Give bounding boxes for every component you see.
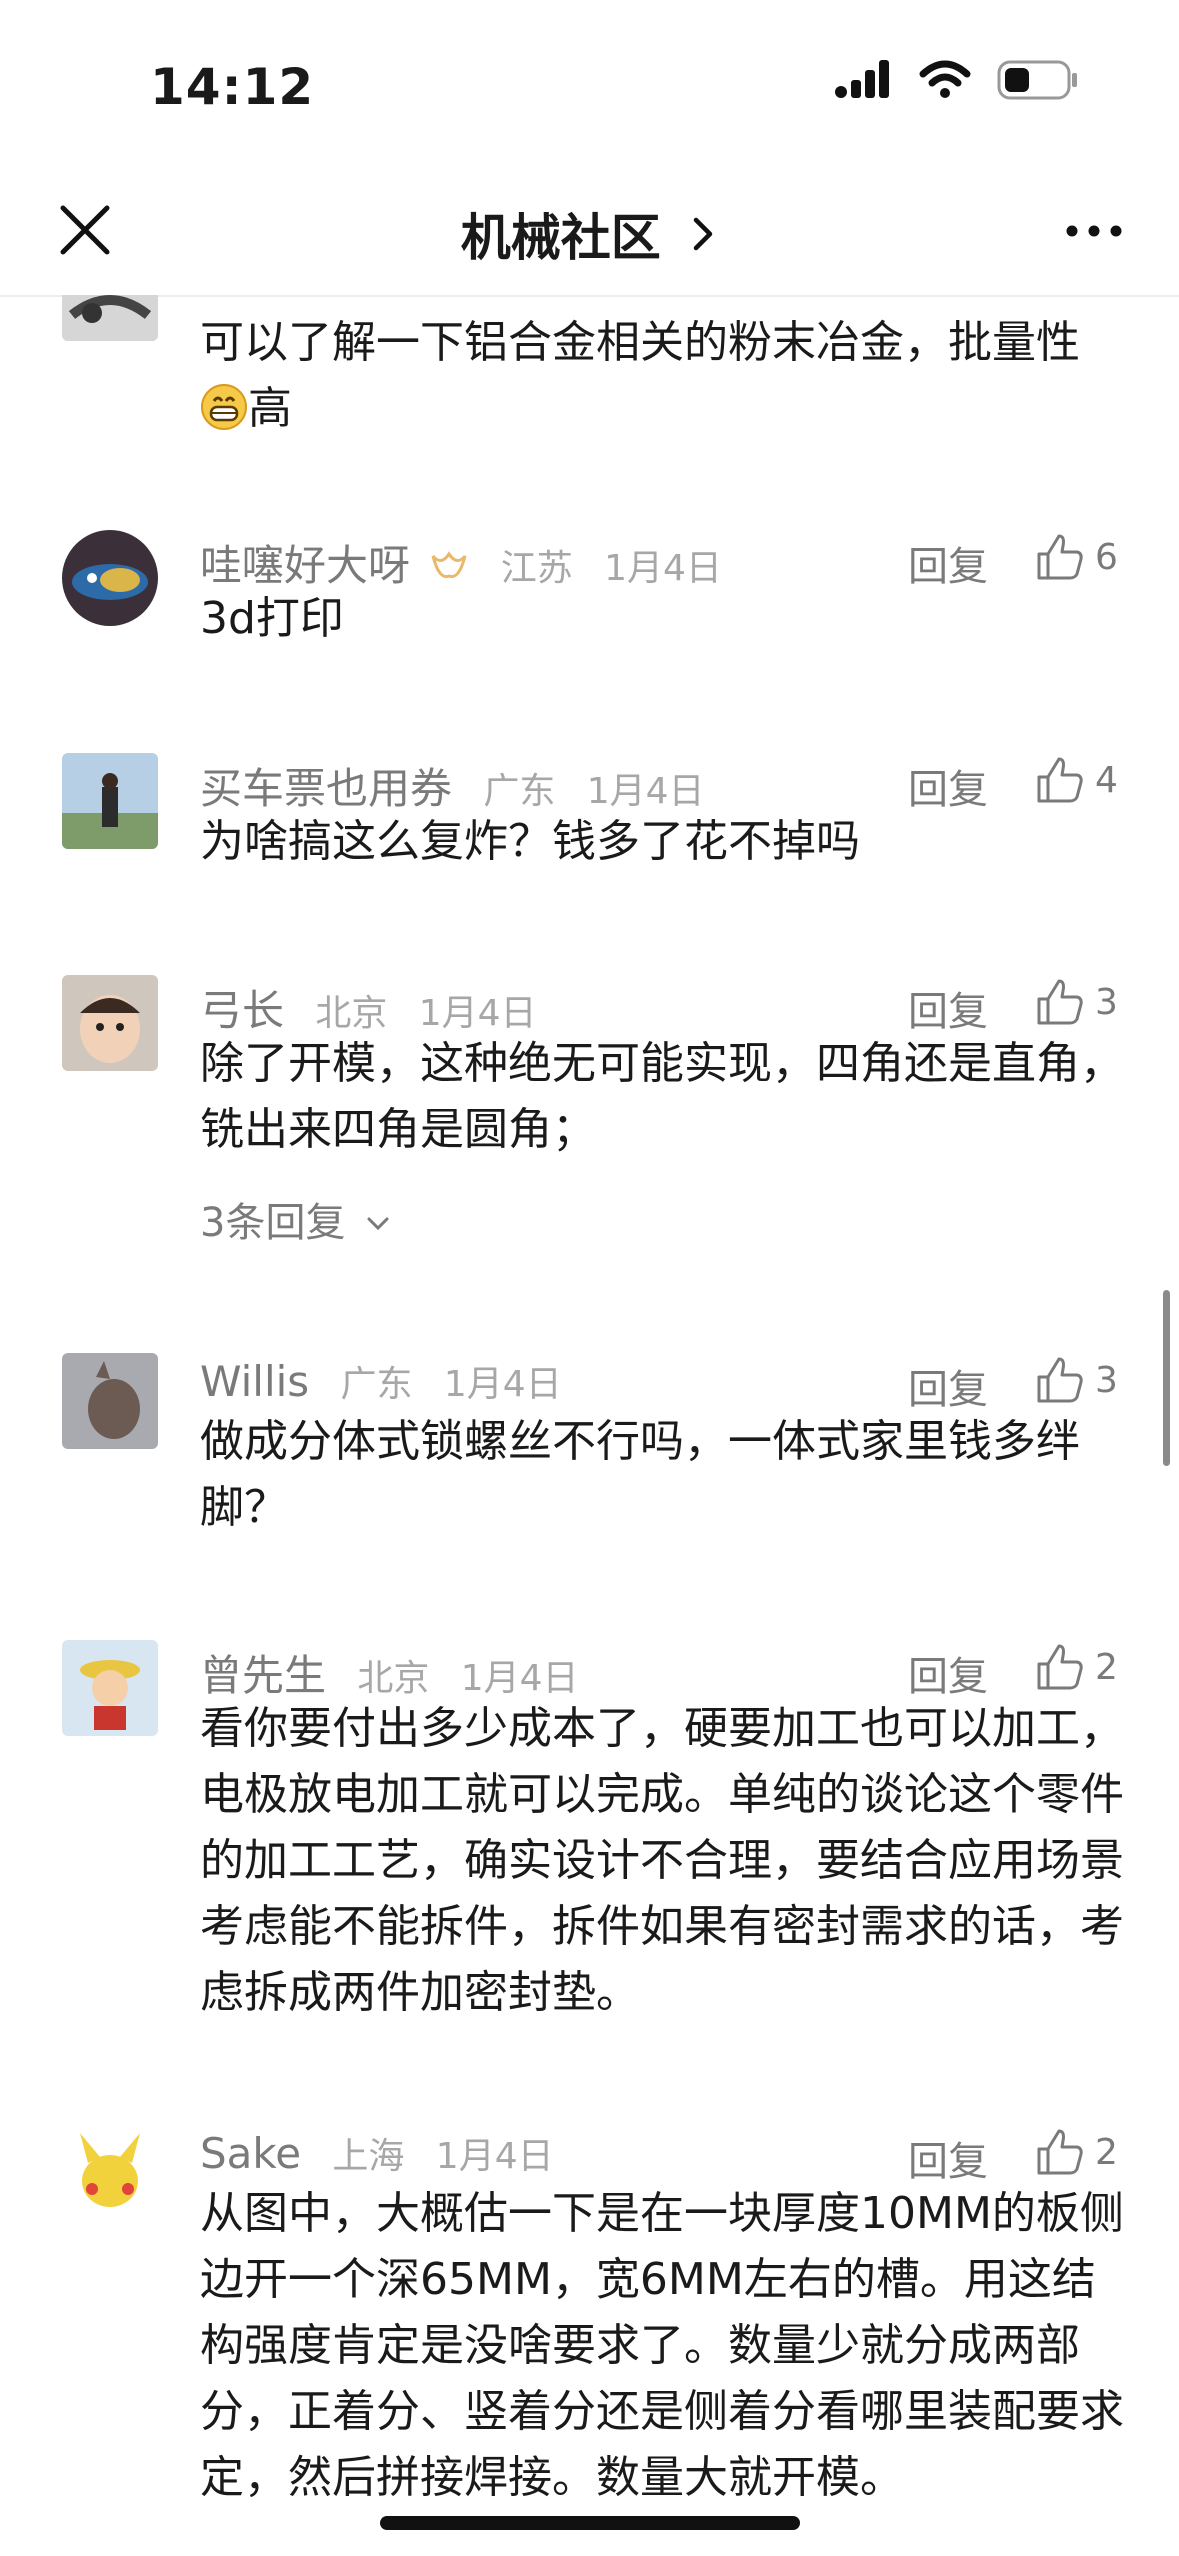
avatar-image xyxy=(62,975,158,1071)
avatar[interactable] xyxy=(62,1640,158,1736)
reply-button[interactable]: 回复 xyxy=(908,534,988,592)
comment-author[interactable]: 弓长 北京 1月4日 xyxy=(200,977,537,1038)
thumbs-up-icon xyxy=(1037,757,1083,803)
avatar-image xyxy=(62,1353,158,1449)
comment-text: 从图中，大概估一下是在一块厚度10MM的板侧边开一个深65MM，宽6MM左右的槽… xyxy=(200,2188,1124,2503)
avatar[interactable] xyxy=(62,530,158,626)
comment-text: 3d打印 xyxy=(200,593,344,644)
like-count: 2 xyxy=(1095,1646,1118,1688)
comment-date: 1月4日 xyxy=(586,771,705,812)
comment-text: 除了开模，这种绝无可能实现，四角还是直角，铣出来四角是圆角； xyxy=(200,1038,1124,1155)
more-icon[interactable] xyxy=(1064,216,1124,246)
status-bar: 14:12 xyxy=(0,0,1179,170)
status-icons xyxy=(833,60,1079,100)
author-name: Willis xyxy=(200,1357,310,1406)
like-button[interactable]: 2 xyxy=(1035,1642,1118,1692)
avatar-image xyxy=(62,530,158,626)
battery-icon xyxy=(997,60,1077,100)
thumbs-up-icon xyxy=(1037,534,1083,580)
avatar[interactable] xyxy=(62,295,158,341)
reply-button[interactable]: 回复 xyxy=(908,1357,988,1415)
expand-replies-button[interactable]: 3条回复 xyxy=(200,1190,392,1248)
comment-region: 上海 xyxy=(332,2136,405,2177)
comment-region: 江苏 xyxy=(500,548,573,589)
like-button[interactable]: 6 xyxy=(1035,532,1118,582)
chevron-down-icon xyxy=(367,1217,389,1231)
comment-date: 1月4日 xyxy=(418,993,537,1034)
author-name: 曾先生 xyxy=(200,1651,327,1700)
comment-date: 1月4日 xyxy=(443,1364,562,1405)
comment-author[interactable]: 曾先生 北京 1月4日 xyxy=(200,1642,579,1703)
reply-button[interactable]: 回复 xyxy=(908,757,988,815)
reply-button[interactable]: 回复 xyxy=(908,2129,988,2187)
like-count: 3 xyxy=(1095,1359,1118,1401)
thumbs-up-icon xyxy=(1037,1644,1083,1690)
thumbs-up-icon xyxy=(1037,979,1083,1025)
avatar-image xyxy=(62,1640,158,1736)
nav-bar: 机械社区 xyxy=(0,170,1179,297)
like-count: 4 xyxy=(1095,759,1118,801)
nav-title[interactable]: 机械社区 xyxy=(0,198,1179,270)
cellular-signal-icon xyxy=(835,60,889,98)
comment-date: 1月4日 xyxy=(604,548,722,589)
author-name: 弓长 xyxy=(200,986,285,1035)
avatar[interactable] xyxy=(62,2125,158,2221)
grinning-emoji xyxy=(201,384,247,430)
crown-badge-icon xyxy=(431,551,467,579)
comment-region: 广东 xyxy=(340,1364,413,1405)
status-time: 14:12 xyxy=(150,58,315,116)
comment-text: 可以了解一下铝合金相关的粉末冶金，批量性 高 xyxy=(200,317,1080,434)
avatar-image xyxy=(62,295,158,341)
comment-author[interactable]: Willis 广东 1月4日 xyxy=(200,1355,562,1407)
avatar-image xyxy=(62,753,158,849)
comment-author[interactable]: Sake 上海 1月4日 xyxy=(200,2127,554,2179)
comment-author[interactable]: 买车票也用券 广东 1月4日 xyxy=(200,755,705,816)
home-indicator[interactable] xyxy=(380,2516,800,2530)
comment-text: 做成分体式锁螺丝不行吗，一体式家里钱多绊脚？ xyxy=(200,1416,1080,1533)
chevron-right-icon xyxy=(693,217,713,251)
comment-region: 北京 xyxy=(315,993,388,1034)
avatar[interactable] xyxy=(62,1353,158,1449)
like-button[interactable]: 3 xyxy=(1035,1355,1118,1405)
wifi-icon xyxy=(919,60,971,98)
avatar[interactable] xyxy=(62,975,158,1071)
like-button[interactable]: 2 xyxy=(1035,2127,1118,2177)
replies-count: 3条回复 xyxy=(200,1200,346,1246)
comment-text: 看你要付出多少成本了，硬要加工也可以加工，电极放电加工就可以完成。单纯的谈论这个… xyxy=(200,1703,1124,2018)
like-count: 6 xyxy=(1095,536,1118,578)
like-button[interactable]: 4 xyxy=(1035,755,1118,805)
author-name: 买车票也用券 xyxy=(200,764,453,813)
like-count: 3 xyxy=(1095,981,1118,1023)
like-count: 2 xyxy=(1095,2131,1118,2173)
avatar[interactable] xyxy=(62,753,158,849)
thumbs-up-icon xyxy=(1037,2129,1083,2175)
reply-button[interactable]: 回复 xyxy=(908,1644,988,1702)
comment-date: 1月4日 xyxy=(460,1658,579,1699)
comment-date: 1月4日 xyxy=(435,2136,554,2177)
comment-text: 为啥搞这么复炸？钱多了花不掉吗 xyxy=(200,816,860,867)
comment-region: 广东 xyxy=(483,771,556,812)
reply-button[interactable]: 回复 xyxy=(908,979,988,1037)
thumbs-up-icon xyxy=(1037,1357,1083,1403)
nav-title-text: 机械社区 xyxy=(460,209,661,267)
comment-region: 北京 xyxy=(357,1658,430,1699)
comment-list[interactable]: 可以了解一下铝合金相关的粉末冶金，批量性 高 哇噻好大呀 江苏 1月4日 回复 … xyxy=(0,295,1179,2556)
comment-author[interactable]: 哇噻好大呀 江苏 1月4日 xyxy=(200,532,722,593)
avatar-image xyxy=(62,2125,158,2221)
like-button[interactable]: 3 xyxy=(1035,977,1118,1027)
scroll-indicator[interactable] xyxy=(1163,1290,1170,1466)
author-name: Sake xyxy=(200,2129,302,2178)
author-name: 哇噻好大呀 xyxy=(200,541,411,590)
